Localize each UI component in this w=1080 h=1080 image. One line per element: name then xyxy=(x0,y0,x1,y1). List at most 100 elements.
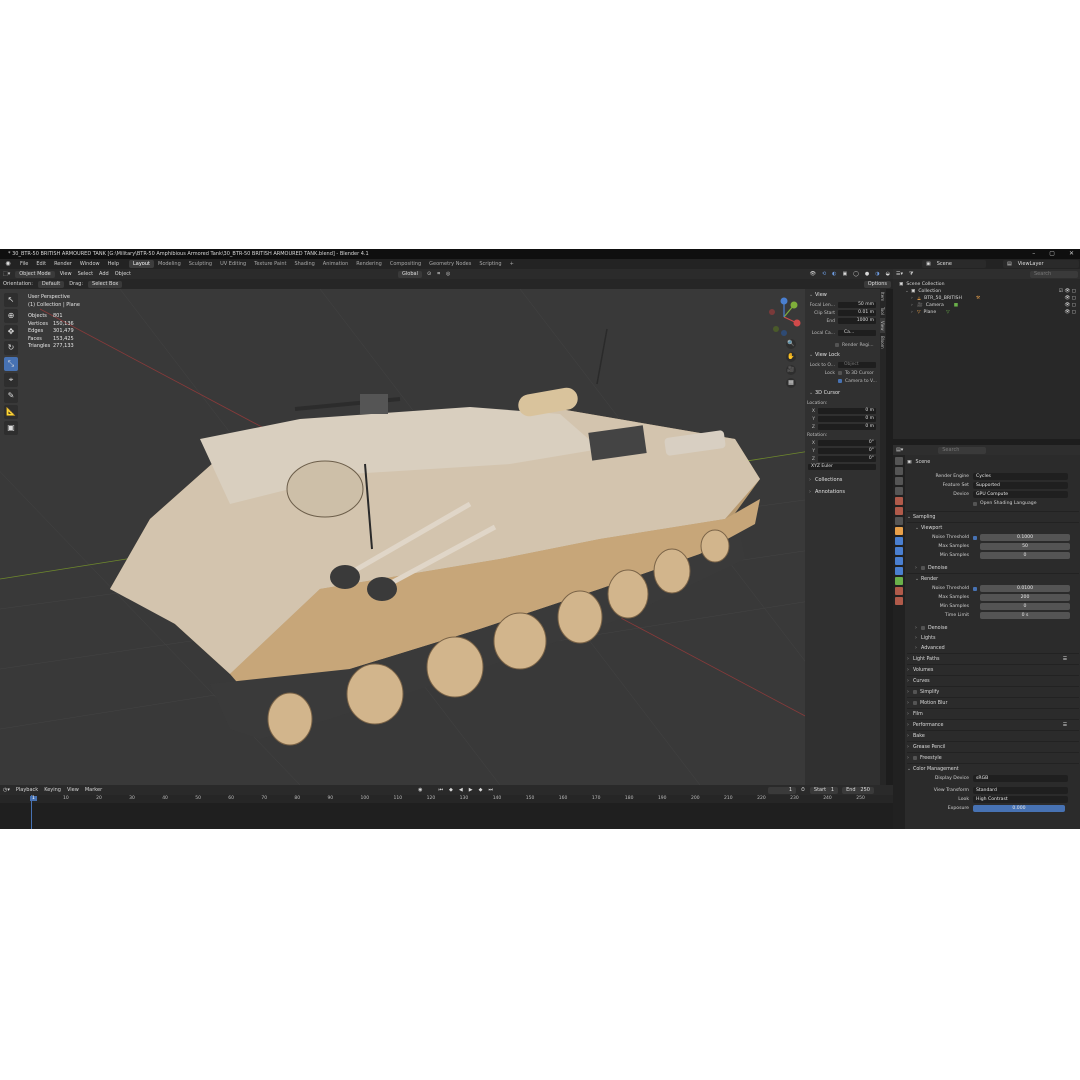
view-layer-tab-icon[interactable] xyxy=(895,487,903,495)
visibility-icon[interactable]: 👁 ▢ xyxy=(1064,296,1076,301)
menu-object[interactable]: Object xyxy=(112,271,134,277)
tab-bloom[interactable]: Bloom xyxy=(880,333,885,352)
tab-uv-editing[interactable]: UV Editing xyxy=(216,260,250,268)
shading-material-icon[interactable]: ◑ xyxy=(872,271,882,277)
jump-start-icon[interactable]: ⏮ xyxy=(436,787,447,793)
render-subsection-header[interactable]: ⌄ Render xyxy=(907,573,1079,584)
r-min-samples-field[interactable]: 0 xyxy=(980,603,1070,610)
visibility-icon[interactable]: 👁 ▢ xyxy=(1064,303,1076,308)
cursor-location-y[interactable]: 0 m xyxy=(818,416,876,422)
next-keyframe-icon[interactable]: ◆ xyxy=(476,787,486,793)
play-reverse-icon[interactable]: ◀ xyxy=(456,787,466,793)
tab-layout[interactable]: Layout xyxy=(129,260,154,268)
options-dropdown[interactable]: Options xyxy=(863,280,891,288)
osl-checkbox[interactable] xyxy=(973,501,977,506)
tab-animation[interactable]: Animation xyxy=(319,260,353,268)
texture-tab-icon[interactable] xyxy=(895,597,903,605)
proportional-edit-icon[interactable]: ◎ xyxy=(443,271,453,277)
simplify-section-header[interactable]: › Simplify xyxy=(907,686,1079,697)
orientation-dropdown[interactable]: Default xyxy=(37,280,65,288)
visibility-icon[interactable]: ☑ 👁 ▢ xyxy=(1059,289,1076,294)
close-icon[interactable]: ✕ xyxy=(1069,250,1074,257)
menu-select[interactable]: Select xyxy=(75,271,96,277)
vp-denoise-section-header[interactable]: › Denoise xyxy=(907,563,1079,573)
marker-menu[interactable]: Marker xyxy=(82,787,105,793)
render-tab-icon[interactable] xyxy=(895,467,903,475)
outliner-row-collection[interactable]: ⌄ ▣ Collection ☑ 👁 ▢ xyxy=(899,288,1080,295)
prev-keyframe-icon[interactable]: ◆ xyxy=(446,787,456,793)
annotate-tool-icon[interactable]: ✎ xyxy=(4,389,18,403)
jump-end-icon[interactable]: ⏭ xyxy=(485,787,496,793)
preview-range-icon[interactable]: ⏱ xyxy=(798,787,808,793)
cursor-rotation-z[interactable]: 0° xyxy=(818,456,876,462)
vp-max-samples-field[interactable]: 50 xyxy=(980,543,1070,550)
lock-object-field[interactable]: Object xyxy=(838,362,876,368)
outliner-row-plane[interactable]: › ▽ Plane ▽ 👁 ▢ xyxy=(899,309,1080,316)
3d-viewport[interactable]: ↖ ⊕ ✥ ↻ ⤡ ⌖ ✎ 📐 ▣ User Perspective (1) C… xyxy=(0,289,886,785)
vp-noise-threshold-field[interactable]: 0.1000 xyxy=(980,534,1070,541)
camera-to-view-checkbox[interactable] xyxy=(838,379,842,383)
outliner-row-scene-collection[interactable]: ▣ Scene Collection xyxy=(899,281,1080,288)
zoom-icon[interactable]: 🔍 xyxy=(786,339,796,349)
volumes-section-header[interactable]: › Volumes xyxy=(907,664,1079,675)
editor-type-icon[interactable]: ⬚▾ xyxy=(0,271,13,277)
tab-scripting[interactable]: Scripting xyxy=(475,260,505,268)
tab-tool[interactable]: Tool xyxy=(880,304,885,318)
time-limit-field[interactable]: 0 s xyxy=(980,612,1070,619)
view-lock-section-header[interactable]: ⌄ View Lock xyxy=(805,349,880,361)
device-dropdown[interactable]: GPU Compute xyxy=(973,491,1068,498)
frame-ruler[interactable]: 1 10 20 30 40 50 60 70 80 90 100 110 120 130 140 150 160… xyxy=(0,795,893,803)
tool-tab-icon[interactable] xyxy=(895,457,903,465)
camera-view-icon[interactable]: 🎥 xyxy=(786,365,796,375)
menu-render[interactable]: Render xyxy=(50,261,76,267)
tab-rendering[interactable]: Rendering xyxy=(352,260,386,268)
tweak-tool-icon[interactable]: ↖ xyxy=(4,293,18,307)
r-noise-threshold-checkbox[interactable] xyxy=(973,586,977,591)
vp-noise-threshold-checkbox[interactable] xyxy=(973,535,977,540)
to-3d-cursor-checkbox[interactable] xyxy=(838,371,842,375)
world-tab-icon[interactable] xyxy=(895,507,903,515)
menu-edit[interactable]: Edit xyxy=(32,261,50,267)
cursor-location-z[interactable]: 0 m xyxy=(818,424,876,430)
mode-dropdown[interactable]: Object Mode xyxy=(15,270,55,278)
snap-icon[interactable]: ⌗ xyxy=(434,271,443,277)
object-tab-icon[interactable] xyxy=(895,527,903,535)
outliner-row-btr50[interactable]: › ⟁ BTR_50_BRITISH ⚒ 👁 ▢ xyxy=(899,295,1080,302)
end-frame-field[interactable]: End 250 xyxy=(842,786,874,794)
display-device-dropdown[interactable]: sRGB xyxy=(973,775,1068,782)
material-tab-icon[interactable] xyxy=(895,587,903,595)
annotations-section-header[interactable]: › Annotations xyxy=(805,486,880,498)
tab-shading[interactable]: Shading xyxy=(290,260,318,268)
menu-help[interactable]: Help xyxy=(104,261,123,267)
particles-tab-icon[interactable] xyxy=(895,547,903,555)
measure-tool-icon[interactable]: 📐 xyxy=(4,405,18,419)
tab-texture-paint[interactable]: Texture Paint xyxy=(250,260,290,268)
tab-modeling[interactable]: Modeling xyxy=(154,260,185,268)
constraints-tab-icon[interactable] xyxy=(895,567,903,575)
current-frame-field[interactable]: 1 xyxy=(768,786,796,794)
keying-menu[interactable]: Keying xyxy=(41,787,64,793)
rotate-tool-icon[interactable]: ↻ xyxy=(4,341,18,355)
feature-set-dropdown[interactable]: Supported xyxy=(973,482,1068,489)
drag-dropdown[interactable]: Select Box xyxy=(88,280,123,288)
menu-view[interactable]: View xyxy=(57,271,75,277)
transform-tool-icon[interactable]: ⌖ xyxy=(4,373,18,387)
grease-pencil-section-header[interactable]: › Grease Pencil xyxy=(907,741,1079,752)
performance-section-header[interactable]: › Performance ☰ xyxy=(907,719,1079,730)
look-dropdown[interactable]: High Contrast xyxy=(973,796,1068,803)
color-management-section-header[interactable]: ⌄ Color Management xyxy=(907,763,1079,774)
exposure-field[interactable]: 0.000 xyxy=(973,805,1065,812)
shading-rendered-icon[interactable]: ◒ xyxy=(883,271,893,277)
play-icon[interactable]: ▶ xyxy=(466,787,476,793)
output-tab-icon[interactable] xyxy=(895,477,903,485)
start-frame-field[interactable]: Start 1 xyxy=(809,786,839,794)
move-tool-icon[interactable]: ✥ xyxy=(4,325,18,339)
r-denoise-section-header[interactable]: › Denoise xyxy=(907,623,1079,633)
cursor-rotation-x[interactable]: 0° xyxy=(818,440,876,446)
pivot-icon[interactable]: ⊙ xyxy=(424,271,434,277)
r-noise-threshold-field[interactable]: 0.0100 xyxy=(980,585,1070,592)
timeline-editor-type-icon[interactable]: ◷▾ xyxy=(0,787,13,793)
view-layer-selector[interactable]: ▤ ViewLayer xyxy=(1003,260,1079,268)
properties-editor-type-icon[interactable]: ▤▾ xyxy=(893,447,906,453)
pan-hand-icon[interactable]: ✋ xyxy=(786,352,796,362)
